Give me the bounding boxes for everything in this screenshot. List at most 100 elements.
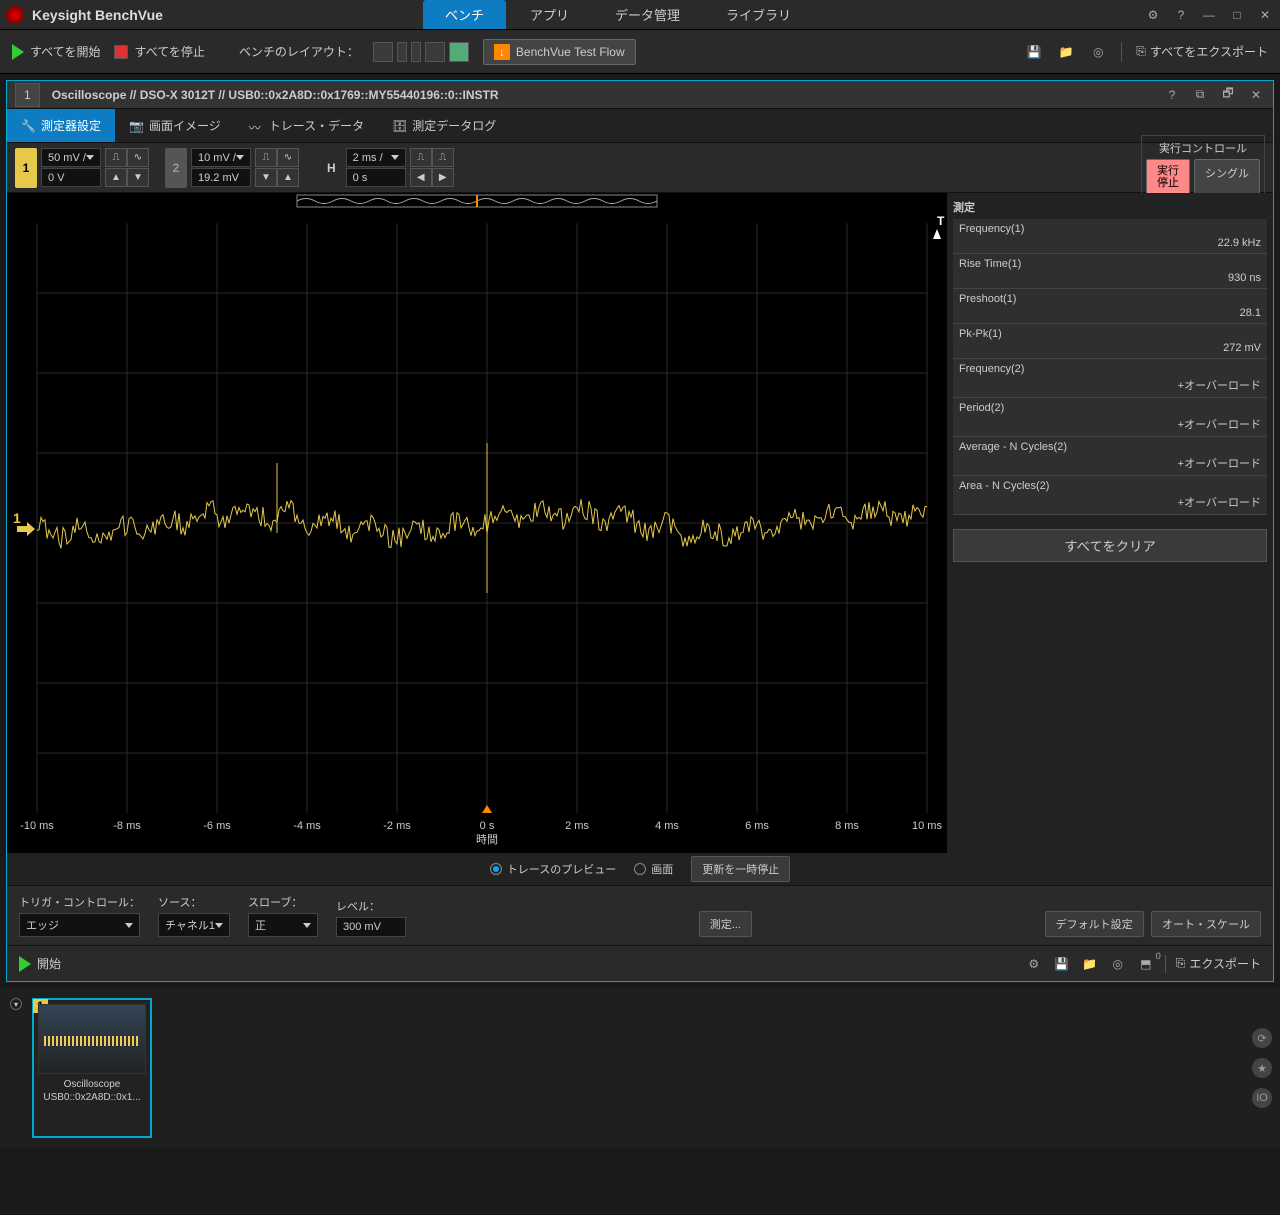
close-icon[interactable]: ✕ <box>1256 6 1274 24</box>
tab-apps[interactable]: アプリ <box>508 0 591 29</box>
save2-icon[interactable]: 💾 <box>1053 955 1071 973</box>
layout-slot-4[interactable] <box>425 42 445 62</box>
measurement-item[interactable]: Area - N Cycles(2)+オーバーロード <box>953 476 1267 515</box>
layout-slot-2[interactable] <box>397 42 407 62</box>
popout-icon[interactable]: ⧉ <box>1191 86 1209 104</box>
measurement-item[interactable]: Frequency(2)+オーバーロード <box>953 359 1267 398</box>
save-icon[interactable]: 💾 <box>1025 43 1043 61</box>
export-button[interactable]: ⎘ エクスポート <box>1176 955 1261 972</box>
tab-library[interactable]: ライブラリ <box>704 0 813 29</box>
ch2-wave-sine[interactable]: ∿ <box>277 148 299 167</box>
default-settings-button[interactable]: デフォルト設定 <box>1045 911 1144 937</box>
pause-update-button[interactable]: 更新を一時停止 <box>691 856 790 882</box>
trigger-slope-select[interactable]: 正 <box>248 913 318 937</box>
ch1-wave-square[interactable]: ⎍ <box>105 148 127 167</box>
clear-all-button[interactable]: すべてをクリア <box>953 529 1267 562</box>
plot-area[interactable]: T 1 -10 ms-8 ms-6 ms-4 ms-2 ms0 s2 ms4 m… <box>7 193 947 853</box>
start-all-button[interactable]: すべてを開始 <box>12 43 100 60</box>
ch2-offset[interactable]: 19.2 mV <box>191 168 251 187</box>
measure-button[interactable]: 測定... <box>699 911 752 937</box>
measurement-item[interactable]: Average - N Cycles(2)+オーバーロード <box>953 437 1267 476</box>
mode-tab-settings[interactable]: 🔧 測定器設定 <box>7 109 115 142</box>
ch2-down[interactable]: ▼ <box>255 168 277 187</box>
io-icon[interactable]: ⬒0 <box>1137 955 1155 973</box>
ch2-wave-square[interactable]: ⎍ <box>255 148 277 167</box>
app-title: Keysight BenchVue <box>32 7 163 23</box>
restore-icon[interactable]: 🗗 <box>1219 86 1237 104</box>
ch2-up[interactable]: ▲ <box>277 168 299 187</box>
start-all-label: すべてを開始 <box>30 43 100 60</box>
horiz-offset[interactable]: 0 s <box>346 168 406 187</box>
measurement-item[interactable]: Rise Time(1)930 ns <box>953 254 1267 289</box>
help-icon[interactable]: ? <box>1172 6 1190 24</box>
trigger-level-input[interactable]: 300 mV <box>336 917 406 937</box>
maximize-icon[interactable]: □ <box>1228 6 1246 24</box>
thumbnail-image <box>38 1004 146 1074</box>
ch2-scale[interactable]: 10 mV / <box>191 148 251 167</box>
measurement-item[interactable]: Preshoot(1)28.1 <box>953 289 1267 324</box>
ch1-down[interactable]: ▼ <box>127 168 149 187</box>
ch1-wave-sine[interactable]: ∿ <box>127 148 149 167</box>
instrument-number[interactable]: 1 <box>15 83 40 107</box>
refresh-icon[interactable]: ⟳ <box>1252 1028 1272 1048</box>
level-label: レベル： <box>336 898 406 914</box>
measurement-item[interactable]: Pk-Pk(1)272 mV <box>953 324 1267 359</box>
gear-icon[interactable]: ⚙ <box>1025 955 1043 973</box>
disk2-icon[interactable]: ◎ <box>1109 955 1127 973</box>
camera-icon: 📷 <box>129 119 143 133</box>
horiz-wave-sine[interactable]: ⎍ <box>432 148 454 167</box>
settings-icon[interactable]: ⚙ <box>1144 6 1162 24</box>
svg-text:1: 1 <box>13 510 21 526</box>
export2-icon: ⎘ <box>1176 956 1186 971</box>
channel-2-button[interactable]: 2 <box>165 148 187 188</box>
export-all-button[interactable]: ⎘ すべてをエクスポート <box>1136 43 1268 60</box>
svg-text:-2 ms: -2 ms <box>383 820 411 832</box>
screen-radio[interactable]: 画面 <box>634 861 673 877</box>
folder-icon[interactable]: 📁 <box>1081 955 1099 973</box>
open-icon[interactable]: 📁 <box>1057 43 1075 61</box>
thumb-name: Oscilloscope <box>38 1078 146 1091</box>
stop-icon <box>114 45 128 59</box>
ch1-scale[interactable]: 50 mV / <box>41 148 101 167</box>
measurement-item[interactable]: Period(2)+オーバーロード <box>953 398 1267 437</box>
minimize-icon[interactable]: — <box>1200 6 1218 24</box>
channel-1-button[interactable]: 1 <box>15 148 37 188</box>
test-flow-button[interactable]: ↓ BenchVue Test Flow <box>483 39 636 65</box>
ch1-up[interactable]: ▲ <box>105 168 127 187</box>
h-label: H <box>321 161 342 175</box>
mode-tab-trace[interactable]: 〰 トレース・データ <box>235 109 378 142</box>
trigger-mode-select[interactable]: エッジ <box>19 913 140 937</box>
horiz-right[interactable]: ▶ <box>432 168 454 187</box>
stop-all-button[interactable]: すべてを停止 <box>114 43 204 60</box>
collapse-icon[interactable]: ▾ <box>10 998 22 1010</box>
layout-slot-5[interactable] <box>449 42 469 62</box>
horiz-wave-square[interactable]: ⎍ <box>410 148 432 167</box>
trigger-source-select[interactable]: チャネル1 <box>158 913 230 937</box>
trace-preview-radio[interactable]: トレースのプレビュー <box>490 861 616 877</box>
run-stop-button[interactable]: 実行 停止 <box>1146 159 1190 195</box>
trig-ctrl-label: トリガ・コントロール： <box>19 894 140 910</box>
horiz-scale[interactable]: 2 ms / <box>346 148 406 167</box>
autoscale-button[interactable]: オート・スケール <box>1151 911 1261 937</box>
io-circ-icon[interactable]: IO <box>1252 1088 1272 1108</box>
ch1-offset[interactable]: 0 V <box>41 168 101 187</box>
mode-tab-image-label: 画面イメージ <box>149 117 221 134</box>
instr-help-icon[interactable]: ? <box>1163 86 1181 104</box>
horiz-left[interactable]: ◀ <box>410 168 432 187</box>
disk-icon[interactable]: ◎ <box>1089 43 1107 61</box>
tab-bench[interactable]: ベンチ <box>423 0 506 29</box>
mode-tab-settings-label: 測定器設定 <box>41 117 101 134</box>
start-button[interactable]: 開始 <box>19 955 61 972</box>
star-icon[interactable]: ★ <box>1252 1058 1272 1078</box>
mode-tab-datalog[interactable]: 🗄 測定データログ <box>378 109 510 142</box>
instr-close-icon[interactable]: ✕ <box>1247 86 1265 104</box>
svg-text:2 ms: 2 ms <box>565 820 589 832</box>
layout-slot-1[interactable] <box>373 42 393 62</box>
measurement-item[interactable]: Frequency(1)22.9 kHz <box>953 219 1267 254</box>
instrument-thumbnail[interactable]: 1 Oscilloscope USB0::0x2A8D::0x1... <box>32 998 152 1138</box>
single-button[interactable]: シングル <box>1194 159 1260 195</box>
tab-data[interactable]: データ管理 <box>593 0 702 29</box>
mode-tab-image[interactable]: 📷 画面イメージ <box>115 109 235 142</box>
play-icon-2 <box>19 956 31 972</box>
layout-slot-3[interactable] <box>411 42 421 62</box>
